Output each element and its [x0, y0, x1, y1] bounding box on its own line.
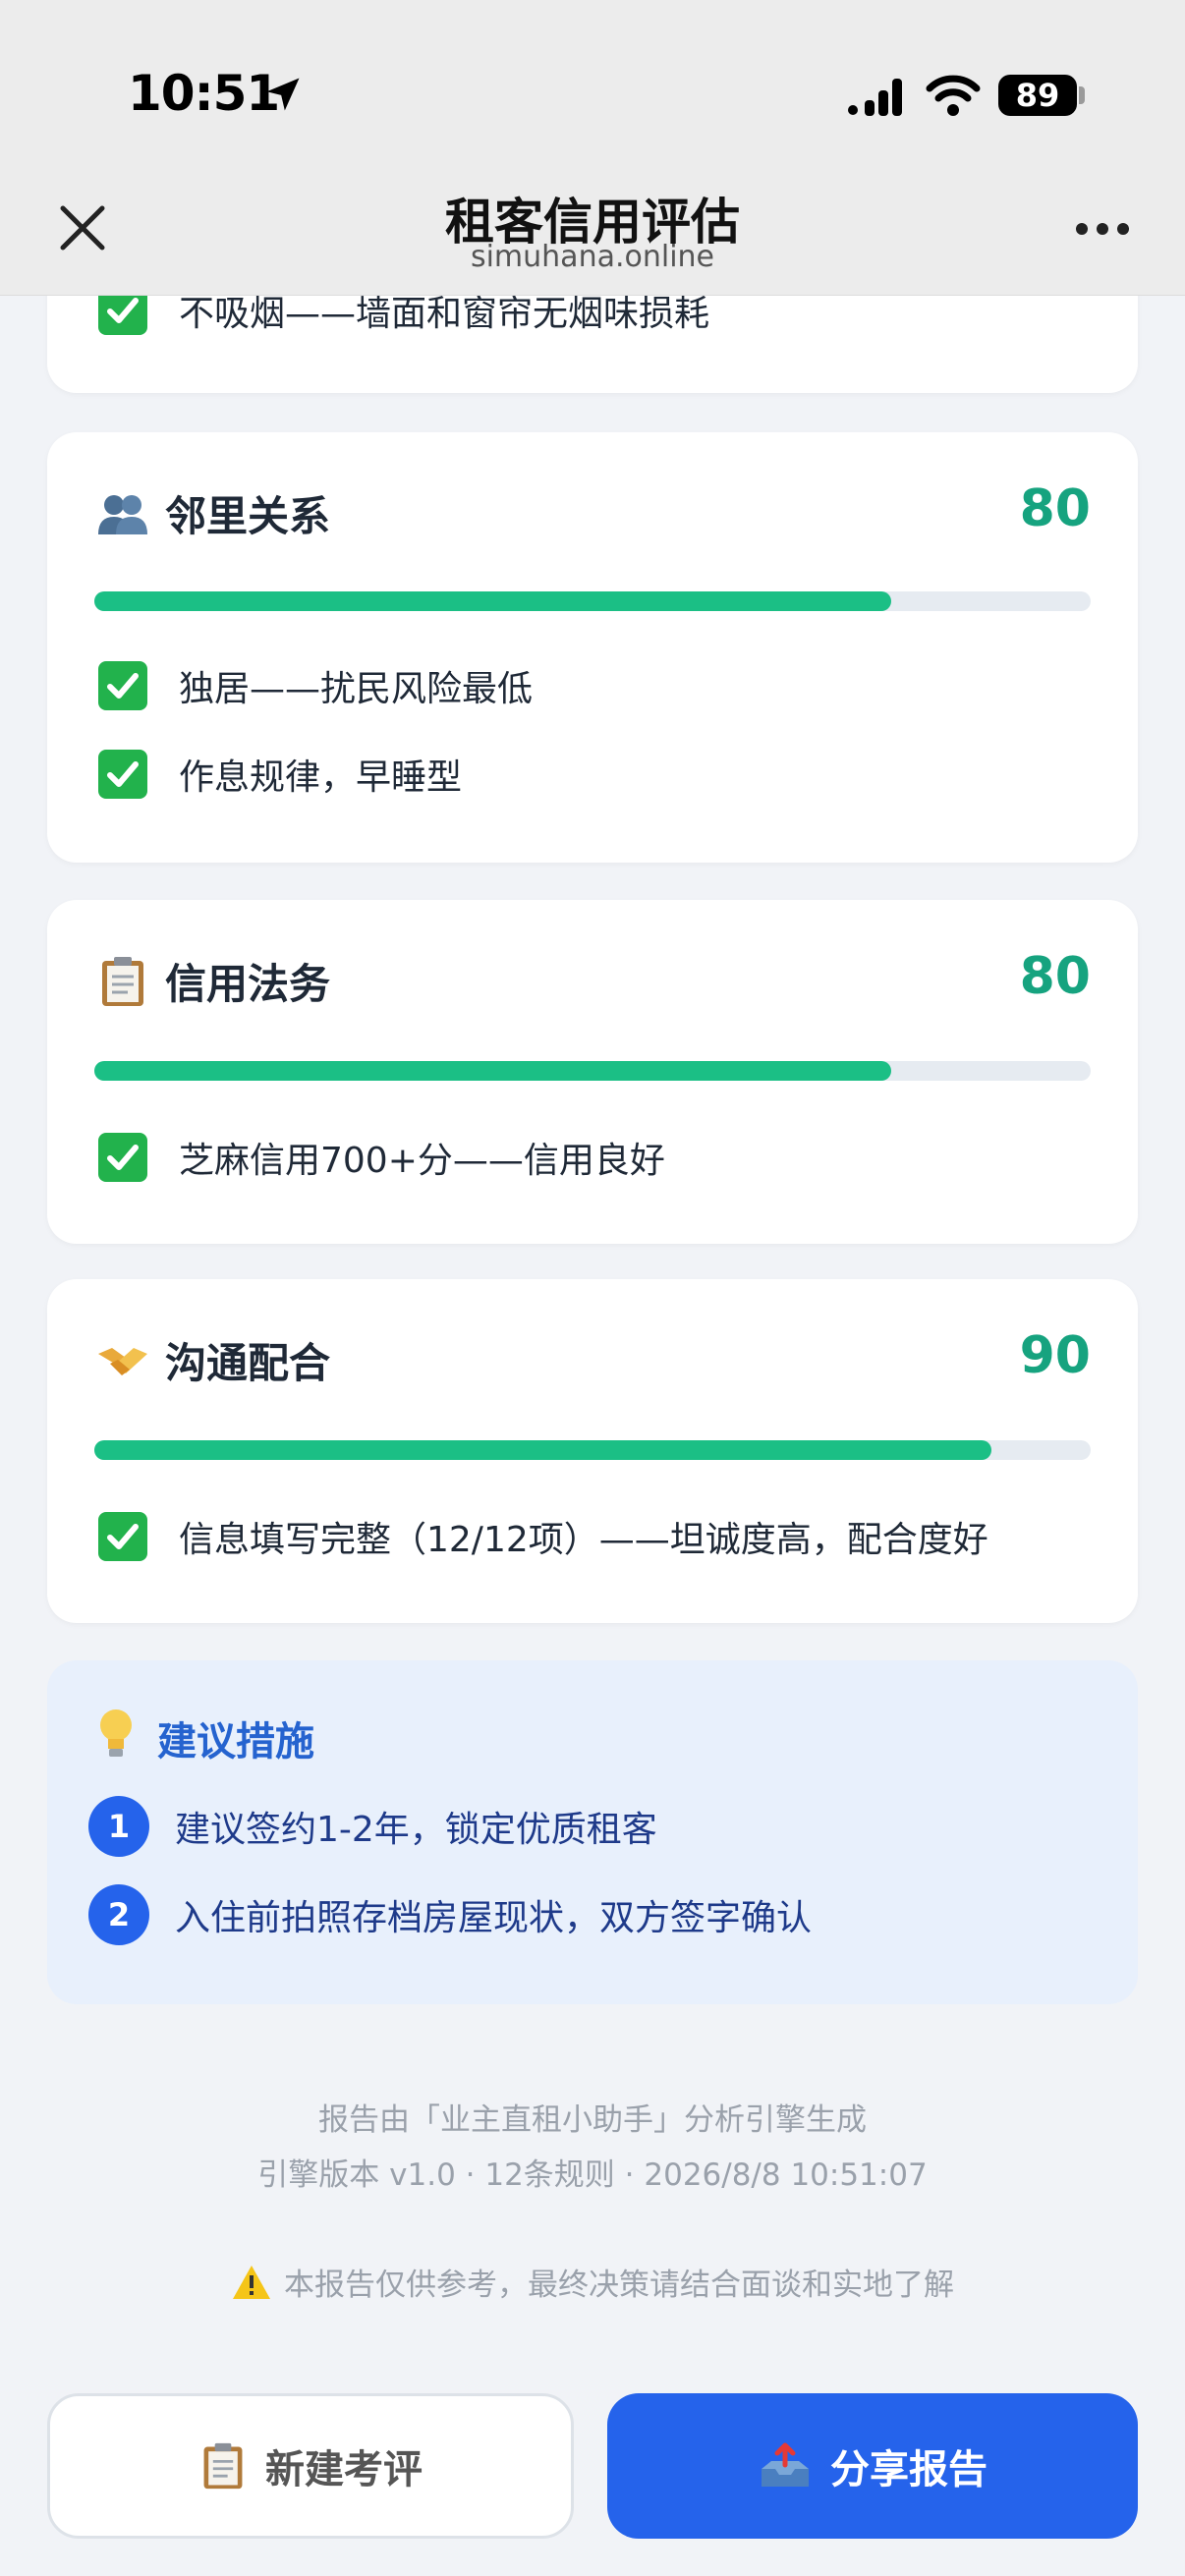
suggestion-text: 建议签约1-2年，锁定优质租客: [175, 1810, 657, 1850]
cellular-signal-icon: [848, 79, 902, 116]
section-header: 沟通配合: [96, 1330, 330, 1390]
status-time: 10:51: [128, 65, 280, 122]
suggestion-item: 1 建议签约1-2年，锁定优质租客: [88, 1796, 657, 1857]
clipboard-icon: [203, 2442, 243, 2490]
checkmark-icon: [98, 1512, 147, 1561]
check-item: 信息填写完整（12/12项）——坦诚度高，配合度好: [98, 1511, 988, 1562]
more-options-icon[interactable]: [1075, 222, 1130, 236]
new-evaluation-button[interactable]: 新建考评: [47, 2393, 574, 2539]
disclaimer-text: 本报告仅供参考，最终决策请结合面谈和实地了解: [284, 2268, 954, 2303]
suggestions-title: 建议措施: [157, 1719, 314, 1764]
engine-version: 引擎版本 v1.0 · 12条规则 · 2026/8/8 10:51:07: [257, 2157, 928, 2193]
section-score: 80: [1019, 479, 1091, 538]
check-item-text: 作息规律，早睡型: [179, 757, 463, 798]
check-item-text: 芝麻信用700+分——信用良好: [179, 1141, 665, 1181]
score-bar-fill: [94, 1440, 991, 1460]
lightbulb-icon: [100, 1709, 132, 1757]
wifi-icon: [926, 75, 981, 116]
people-icon: [98, 494, 147, 534]
section-title: 信用法务: [165, 960, 331, 1008]
check-item: 独居——扰民风险最低: [98, 660, 533, 711]
disclaimer: 本报告仅供参考，最终决策请结合面谈和实地了解: [0, 2260, 1185, 2304]
share-report-button[interactable]: 分享报告: [607, 2393, 1138, 2539]
warning-icon: [233, 2265, 270, 2299]
score-bar: [94, 591, 1091, 611]
check-item: 作息规律，早睡型: [98, 749, 462, 800]
battery-tip: [1079, 86, 1085, 104]
suggestion-number: 2: [88, 1884, 149, 1945]
score-bar-fill: [94, 591, 892, 611]
clipboard-icon: [102, 956, 143, 1006]
suggestions-panel: 建议措施 1 建议签约1-2年，锁定优质租客 2 入住前拍照存档房屋现状，双方签…: [47, 1660, 1138, 2004]
suggestion-item: 2 入住前拍照存档房屋现状，双方签字确认: [88, 1884, 812, 1945]
share-report-label: 分享报告: [830, 2447, 988, 2492]
handshake-icon: [98, 1347, 147, 1375]
check-item-text: 独居——扰民风险最低: [179, 669, 534, 709]
section-communication: 沟通配合 90 信息填写完整（12/12项）——坦诚度高，配合度好: [47, 1279, 1138, 1623]
outbox-tray-icon: [762, 2442, 809, 2487]
section-neighbor: 邻里关系 80 独居——扰民风险最低 作息规律，早睡型: [47, 432, 1138, 863]
checkmark-icon: [98, 1133, 147, 1182]
page-domain: simuhana.online: [470, 240, 715, 274]
section-score: 90: [1019, 1326, 1091, 1385]
score-bar: [94, 1061, 1091, 1081]
top-bar: 10:51 89 租客信用评估 simuhana.online: [0, 0, 1185, 296]
checkmark-icon: [98, 661, 147, 710]
suggestion-text: 入住前拍照存档房屋现状，双方签字确认: [175, 1898, 813, 1938]
check-item: 芝麻信用700+分——信用良好: [98, 1132, 665, 1183]
section-credit: 信用法务 80 芝麻信用700+分——信用良好: [47, 900, 1138, 1244]
suggestion-number: 1: [88, 1796, 149, 1857]
report-source: 报告由「业主直租小助手」分析引擎生成: [318, 2102, 867, 2138]
new-evaluation-label: 新建考评: [265, 2447, 423, 2492]
checkmark-icon: [98, 750, 147, 799]
section-header: 信用法务: [96, 951, 330, 1011]
score-bar: [94, 1440, 1091, 1460]
section-header: 邻里关系: [96, 483, 330, 543]
section-score: 80: [1019, 947, 1091, 1006]
check-item-text: 信息填写完整（12/12项）——坦诚度高，配合度好: [179, 1520, 988, 1560]
section-title: 沟通配合: [165, 1339, 331, 1387]
battery-indicator: 89: [998, 75, 1077, 116]
score-bar-fill: [94, 1061, 892, 1081]
battery-level: 89: [1015, 77, 1060, 114]
section-title: 邻里关系: [165, 492, 331, 540]
location-arrow-icon: [266, 78, 300, 111]
